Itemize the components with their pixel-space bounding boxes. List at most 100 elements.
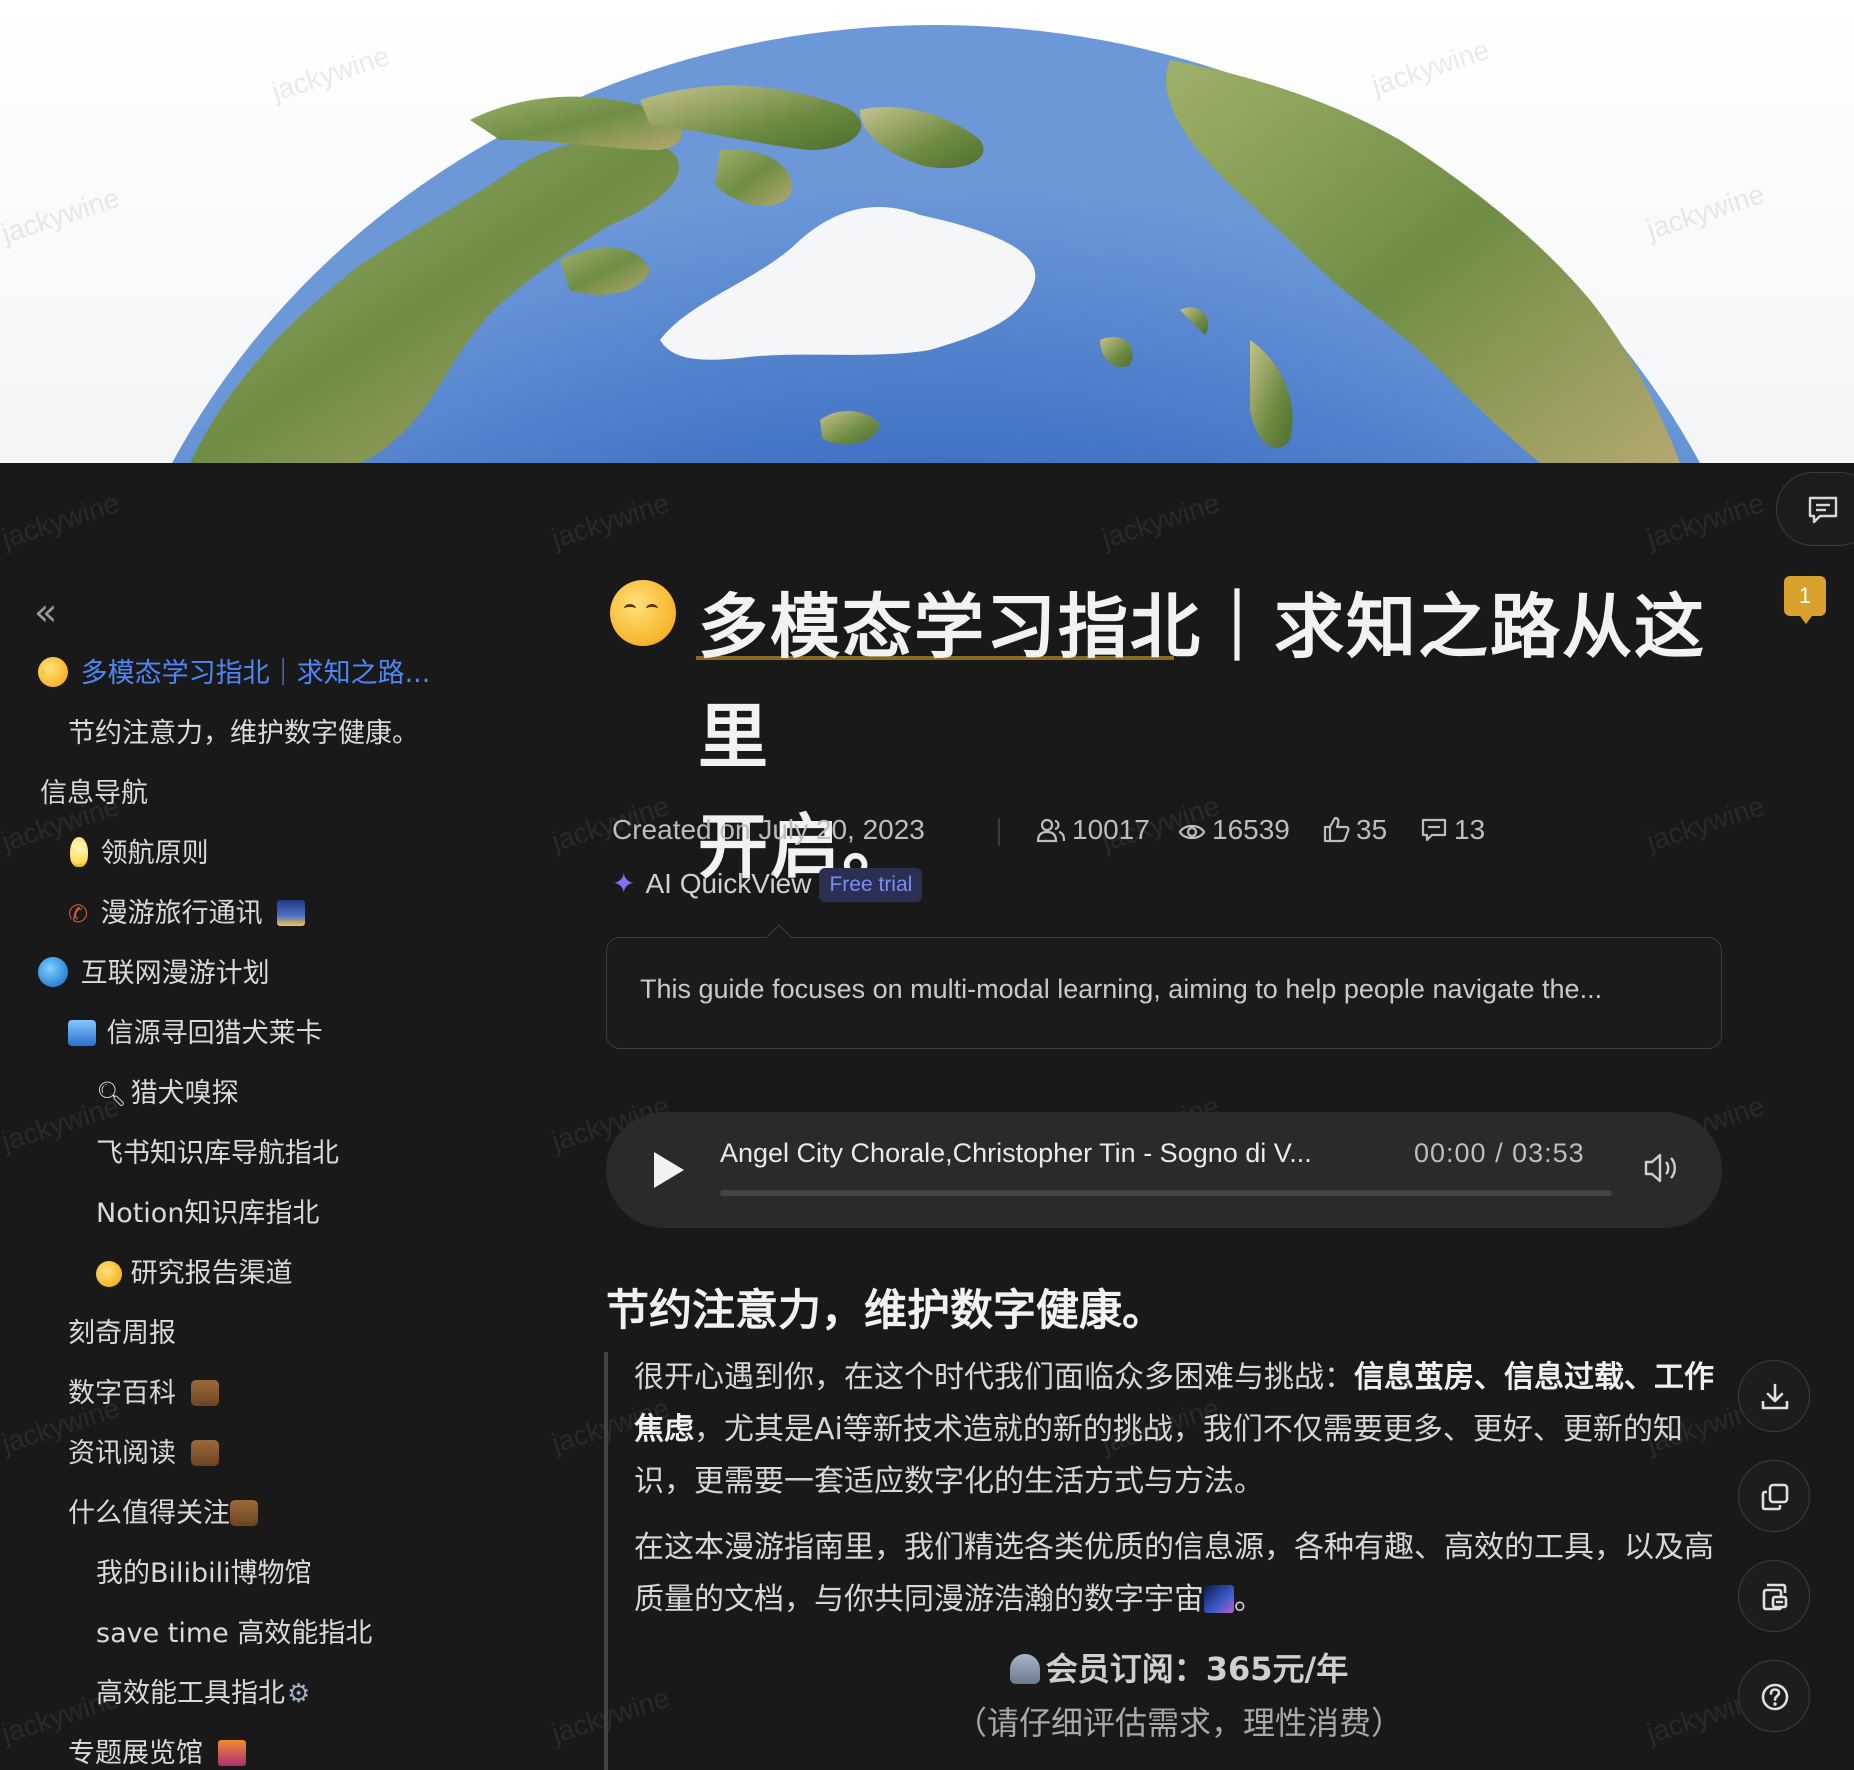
sidebar-item-label: 资讯阅读	[68, 1438, 176, 1469]
watermark: jackywine	[1643, 487, 1769, 555]
guide-paragraph: 在这本漫游指南里，我们精选各类优质的信息源，各种有趣、高效的工具，以及高质量的文…	[634, 1522, 1724, 1626]
title-linked-text[interactable]: 多模态学习指北	[698, 586, 1202, 668]
page-title: 多模态学习指北｜求知之路从这里 开启。	[698, 572, 1738, 902]
party-face-icon	[38, 657, 68, 687]
wave-icon	[68, 1020, 96, 1046]
briefcase-icon	[190, 1380, 219, 1406]
template-icon	[1762, 1583, 1788, 1611]
sidebar-item-label: 漫游旅行通讯	[100, 898, 263, 929]
globe-icon	[38, 957, 68, 987]
paragraph-text: 在这本漫游指南里，我们精选各类优质的信息源，各种有趣、高效的工具，以及高质量的文…	[634, 1530, 1714, 1617]
sidebar-item-label: 高效能工具指北	[96, 1678, 285, 1709]
ai-summary-box[interactable]: This guide focuses on multi-modal learni…	[606, 937, 1722, 1049]
play-icon[interactable]	[654, 1152, 684, 1188]
watermark: jackywine	[1098, 487, 1224, 555]
message-icon	[1421, 818, 1447, 842]
sidebar-item-label: 数字百科	[68, 1378, 176, 1409]
sidebar-item-label: 互联网漫游计划	[80, 958, 270, 989]
sidebar-item-label: 专题展览馆	[68, 1738, 203, 1769]
sidebar-item-label: save time 高效能指北	[96, 1618, 373, 1649]
sidebar-item-news-reading[interactable]: 资讯阅读	[68, 1432, 219, 1476]
sidebar-item-notion-guide[interactable]: Notion知识库指北	[96, 1192, 319, 1236]
bold-text: 信息茧房	[1354, 1360, 1474, 1395]
sidebar-item-label: 研究报告渠道	[130, 1258, 293, 1289]
sidebar-item-weekly[interactable]: 刻奇周报	[68, 1312, 176, 1356]
progress-bar[interactable]	[720, 1190, 1612, 1196]
sidebar-item-save-time[interactable]: save time 高效能指北	[96, 1612, 372, 1656]
free-trial-badge: Free trial	[819, 868, 923, 902]
ai-summary-text: This guide focuses on multi-modal learni…	[640, 974, 1603, 1004]
comments-stat[interactable]: 13	[1420, 810, 1485, 850]
bold-text: 信息过载	[1504, 1360, 1624, 1395]
thumbs-up-icon	[1323, 816, 1350, 843]
sidebar-item-research-reports[interactable]: 研究报告渠道	[96, 1252, 293, 1296]
created-date: Created on July 20, 2023	[612, 814, 925, 845]
sidebar-item-roaming-plan[interactable]: 互联网漫游计划	[38, 952, 270, 996]
download-icon	[1761, 1383, 1789, 1410]
divider	[998, 818, 1000, 846]
copy-button[interactable]	[1738, 1460, 1810, 1532]
audio-player: Angel City Chorale,Christopher Tin - Sog…	[606, 1112, 1722, 1228]
sidebar-item-source-hound[interactable]: 信源寻回猎犬莱卡	[68, 1012, 323, 1056]
sparkle-icon: ✦	[612, 868, 636, 899]
watermark: jackywine	[0, 487, 124, 555]
sidebar-item-label: 信息导航	[40, 778, 148, 809]
volume-icon[interactable]	[1642, 1150, 1682, 1186]
playback-time: 00:00 / 03:53	[1414, 1138, 1585, 1168]
copy-icon	[1761, 1483, 1789, 1511]
membership-text: 会员订阅：365元/年	[1045, 1650, 1349, 1688]
visitors-stat: 10017	[1036, 810, 1150, 850]
monocle-face-icon	[96, 1261, 122, 1287]
party-face-icon	[610, 580, 676, 646]
sidebar-item-tools-guide[interactable]: 高效能工具指北⚙	[96, 1672, 313, 1716]
sidebar-item-attention[interactable]: 节约注意力，维护数字健康。	[68, 712, 419, 756]
sidebar-item-newsletter[interactable]: ✆ 漫游旅行通讯	[68, 892, 306, 936]
sidebar-item-current-doc[interactable]: 多模态学习指北｜求知之路...	[38, 652, 430, 696]
sidebar-item-principles[interactable]: 领航原则	[70, 832, 209, 876]
sidebar-item-label: Notion知识库指北	[96, 1198, 320, 1229]
users-icon	[1036, 818, 1066, 843]
lightbulb-icon	[70, 837, 88, 867]
sidebar-item-info-nav[interactable]: 信息导航	[40, 772, 148, 816]
comments-button[interactable]	[1776, 472, 1854, 546]
ai-quickview-label: AI QuickView	[645, 868, 812, 899]
briefcase-icon	[230, 1500, 258, 1526]
quote-bar	[604, 1352, 608, 1770]
comment-count-badge[interactable]: 1	[1784, 576, 1826, 624]
help-button[interactable]	[1738, 1660, 1810, 1732]
sidebar-item-encyclopedia[interactable]: 数字百科	[68, 1372, 219, 1416]
sidebar-item-label: 猎犬嗅探	[130, 1078, 239, 1109]
sidebar-item-label: 刻奇周报	[68, 1318, 176, 1349]
telephone-icon: ✆	[68, 900, 89, 928]
collapse-sidebar-button[interactable]: «	[34, 593, 70, 632]
section-heading: 节约注意力，维护数字健康。	[606, 1286, 1165, 1336]
consumption-note: （请仔细评估需求，理性消费）	[954, 1704, 1403, 1742]
paragraph-text: 很开心遇到你，在这个时代我们面临众多困难与挑战：	[634, 1360, 1354, 1395]
bold-text: 、	[1624, 1360, 1654, 1395]
sidebar-item-label: 信源寻回猎犬莱卡	[106, 1018, 323, 1049]
ai-quickview[interactable]: ✦ AI QuickView Free trial	[612, 864, 923, 904]
sidebar-item-label: 我的Bilibili博物馆	[96, 1558, 312, 1589]
sidebar-item-label: 飞书知识库导航指北	[96, 1138, 339, 1169]
sidebar-item-bilibili[interactable]: 我的Bilibili博物馆	[96, 1552, 312, 1596]
template-button[interactable]	[1738, 1560, 1810, 1632]
download-button[interactable]	[1738, 1360, 1810, 1432]
views-count: 16539	[1212, 814, 1290, 845]
comment-icon	[1808, 496, 1838, 524]
sidebar-item-worth-following[interactable]: 什么值得关注	[68, 1492, 258, 1536]
sidebar-item-exhibition[interactable]: 专题展览馆	[68, 1732, 246, 1770]
intro-paragraph: 很开心遇到你，在这个时代我们面临众多困难与挑战：信息茧房、信息过载、工作焦虑，尤…	[634, 1352, 1724, 1508]
globe-cover-image	[172, 25, 1700, 463]
night-city-icon	[277, 900, 306, 926]
help-icon	[1761, 1683, 1789, 1711]
paragraph-text: ，尤其是Ai等新技术造就的新的挑战，我们不仅需要更多、更好、更新的知识，更需要一…	[634, 1412, 1683, 1499]
eye-icon	[1178, 824, 1206, 840]
sidebar-item-feishu-guide[interactable]: 飞书知识库导航指北	[96, 1132, 339, 1176]
likes-stat[interactable]: 35	[1322, 810, 1387, 850]
track-title: Angel City Chorale,Christopher Tin - Sog…	[720, 1138, 1312, 1168]
bold-text: 、	[1474, 1360, 1504, 1395]
milky-way-icon	[1204, 1585, 1234, 1613]
likes-count: 35	[1356, 814, 1388, 845]
briefcase-icon	[190, 1440, 219, 1466]
sidebar-item-hound-sniff[interactable]: 🔍︎ 猎犬嗅探	[96, 1072, 239, 1116]
